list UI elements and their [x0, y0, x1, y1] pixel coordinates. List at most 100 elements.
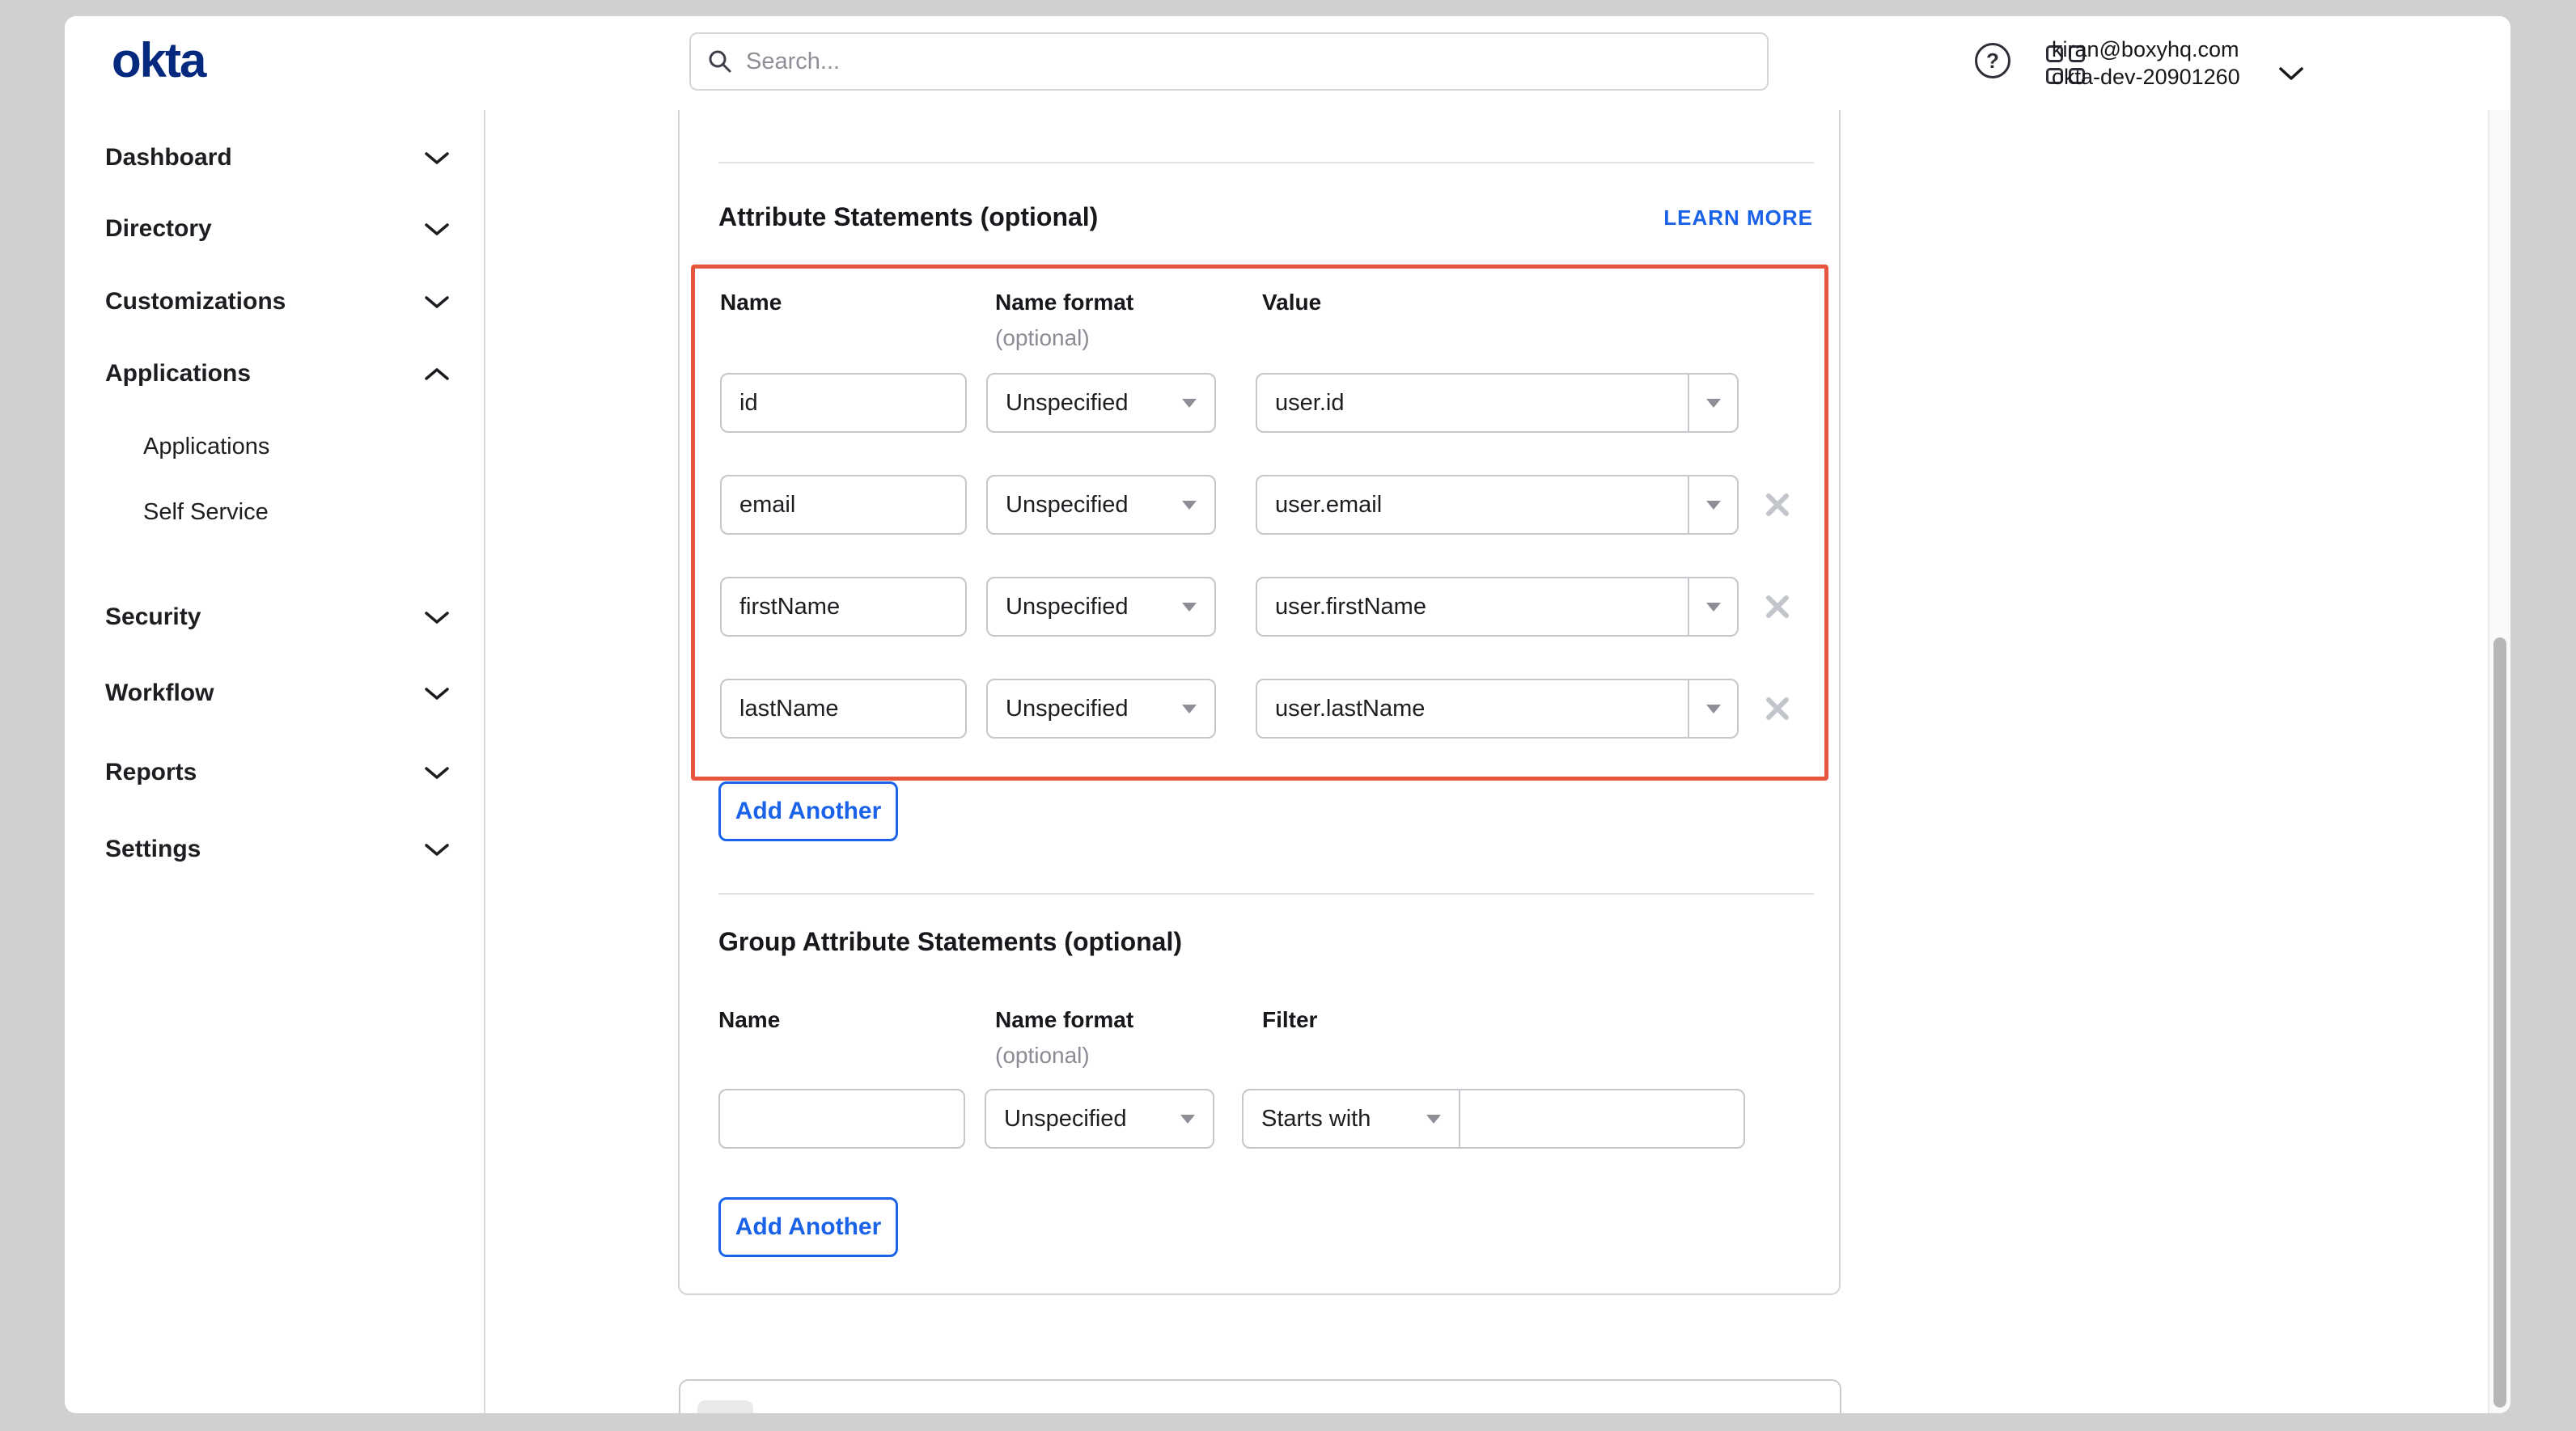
top-header: okta ? kiran@boxyhq.com okta-dev-2090126…	[65, 16, 2510, 112]
sidebar-item-workflow[interactable]: Workflow	[105, 671, 449, 716]
filter-value-input[interactable]	[1460, 1090, 1743, 1147]
sidebar-item-directory[interactable]: Directory	[105, 206, 449, 252]
combobox-dropdown-button[interactable]	[1688, 578, 1737, 635]
chevron-down-icon	[425, 766, 449, 780]
screen: okta ? kiran@boxyhq.com okta-dev-2090126…	[0, 0, 2576, 1431]
remove-row-button[interactable]	[1761, 489, 1794, 521]
sidebar-nav: Dashboard Directory Customizations Appli…	[65, 110, 485, 1413]
search-icon	[707, 49, 733, 74]
sidebar-subitem-label: Applications	[143, 434, 269, 460]
combobox-value: user.id	[1257, 375, 1688, 431]
select-value: Unspecified	[1006, 696, 1129, 722]
attr-name-format-select[interactable]: Unspecified	[986, 577, 1216, 637]
select-value: Unspecified	[1006, 492, 1129, 519]
attr-name-field[interactable]	[720, 577, 967, 637]
account-menu[interactable]: kiran@boxyhq.com okta-dev-20901260	[2052, 36, 2240, 91]
sidebar-item-reports[interactable]: Reports	[105, 750, 449, 795]
sidebar-item-label: Reports	[105, 759, 197, 786]
sidebar-item-label: Workflow	[105, 680, 214, 707]
chevron-down-icon	[425, 151, 449, 165]
next-section-panel	[679, 1379, 1841, 1413]
attr-value-combobox[interactable]: user.id	[1256, 373, 1739, 433]
attr-name-format-select[interactable]: Unspecified	[986, 679, 1216, 739]
attr-value-combobox[interactable]: user.firstName	[1256, 577, 1739, 637]
sidebar-item-label: Applications	[105, 360, 251, 387]
caret-down-icon	[1706, 603, 1721, 612]
combobox-value: user.email	[1257, 476, 1688, 533]
column-header-optional-note: (optional)	[995, 325, 1090, 351]
attr-name-input[interactable]	[722, 680, 965, 737]
chevron-down-icon	[425, 843, 449, 857]
sidebar-item-dashboard[interactable]: Dashboard	[105, 135, 449, 180]
attr-name-input[interactable]	[722, 476, 965, 533]
attr-name-format-select[interactable]: Unspecified	[986, 373, 1216, 433]
caret-down-icon	[1706, 501, 1721, 510]
sidebar-subitem-applications[interactable]: Applications	[143, 424, 449, 469]
select-value: Unspecified	[1006, 390, 1129, 417]
combobox-dropdown-button[interactable]	[1688, 680, 1737, 737]
attribute-statements-highlight-box: Name Name format (optional) Value Unspec…	[691, 265, 1828, 781]
sidebar-subitem-self-service[interactable]: Self Service	[143, 489, 449, 535]
learn-more-link[interactable]: LEARN MORE	[1663, 205, 1813, 231]
okta-logo: okta	[112, 32, 205, 88]
saml-settings-form-panel: Attribute Statements (optional) LEARN MO…	[678, 110, 1841, 1295]
combobox-dropdown-button[interactable]	[1688, 476, 1737, 533]
select-value: Unspecified	[1006, 594, 1129, 620]
filter-type-select[interactable]: Starts with	[1244, 1090, 1459, 1147]
attr-name-input[interactable]	[722, 578, 965, 635]
add-another-attribute-button[interactable]: Add Another	[718, 781, 898, 841]
caret-down-icon	[1426, 1115, 1441, 1124]
sidebar-item-security[interactable]: Security	[105, 595, 449, 640]
global-search[interactable]	[689, 32, 1769, 91]
chevron-down-icon	[425, 295, 449, 309]
chevron-down-icon	[425, 687, 449, 701]
select-value: Unspecified	[1004, 1106, 1127, 1133]
sidebar-item-applications[interactable]: Applications	[105, 351, 449, 396]
attr-name-field[interactable]	[720, 373, 967, 433]
scrollbar-track[interactable]	[2488, 110, 2510, 1413]
account-org: okta-dev-20901260	[2052, 63, 2240, 91]
x-icon	[1762, 591, 1793, 622]
attr-name-field[interactable]	[720, 475, 967, 535]
placeholder-chip	[697, 1400, 753, 1413]
chevron-down-icon	[425, 611, 449, 624]
remove-row-button[interactable]	[1761, 591, 1794, 623]
group-name-field[interactable]	[718, 1089, 965, 1149]
filter-value-field[interactable]	[1459, 1090, 1743, 1147]
search-input[interactable]	[744, 48, 1751, 76]
column-header-value: Value	[1262, 290, 1321, 315]
combobox-dropdown-button[interactable]	[1688, 375, 1737, 431]
attr-name-format-select[interactable]: Unspecified	[986, 475, 1216, 535]
remove-row-button[interactable]	[1761, 692, 1794, 725]
sidebar-item-settings[interactable]: Settings	[105, 827, 449, 872]
account-chevron-down-icon[interactable]	[2278, 66, 2304, 86]
column-header-name: Name	[720, 290, 782, 315]
x-icon	[1762, 693, 1793, 724]
sidebar-item-label: Dashboard	[105, 144, 232, 171]
column-header-name-format: Name format	[995, 290, 1133, 315]
help-icon[interactable]: ?	[1975, 43, 2010, 78]
attr-name-input[interactable]	[722, 375, 965, 431]
main-content: Attribute Statements (optional) LEARN MO…	[485, 110, 2510, 1413]
caret-down-icon	[1182, 399, 1197, 408]
caret-down-icon	[1706, 399, 1721, 408]
account-email: kiran@boxyhq.com	[2052, 36, 2240, 63]
group-name-input[interactable]	[720, 1090, 964, 1147]
group-filter-control[interactable]: Starts with	[1242, 1089, 1745, 1149]
attr-value-combobox[interactable]: user.lastName	[1256, 679, 1739, 739]
caret-down-icon	[1182, 501, 1197, 510]
column-header-name-format: Name format	[995, 1007, 1133, 1033]
column-header-optional-note: (optional)	[995, 1043, 1090, 1069]
attr-name-field[interactable]	[720, 679, 967, 739]
add-another-group-attribute-button[interactable]: Add Another	[718, 1197, 898, 1257]
sidebar-item-customizations[interactable]: Customizations	[105, 279, 449, 324]
sidebar-item-label: Settings	[105, 836, 201, 863]
attribute-statements-title: Attribute Statements (optional)	[718, 202, 1098, 232]
chevron-down-icon	[425, 222, 449, 236]
attr-value-combobox[interactable]: user.email	[1256, 475, 1739, 535]
sidebar-item-label: Security	[105, 603, 201, 631]
column-header-filter: Filter	[1262, 1007, 1317, 1033]
sidebar-item-label: Customizations	[105, 288, 286, 315]
group-name-format-select[interactable]: Unspecified	[985, 1089, 1214, 1149]
scrollbar-thumb[interactable]	[2493, 637, 2506, 1408]
